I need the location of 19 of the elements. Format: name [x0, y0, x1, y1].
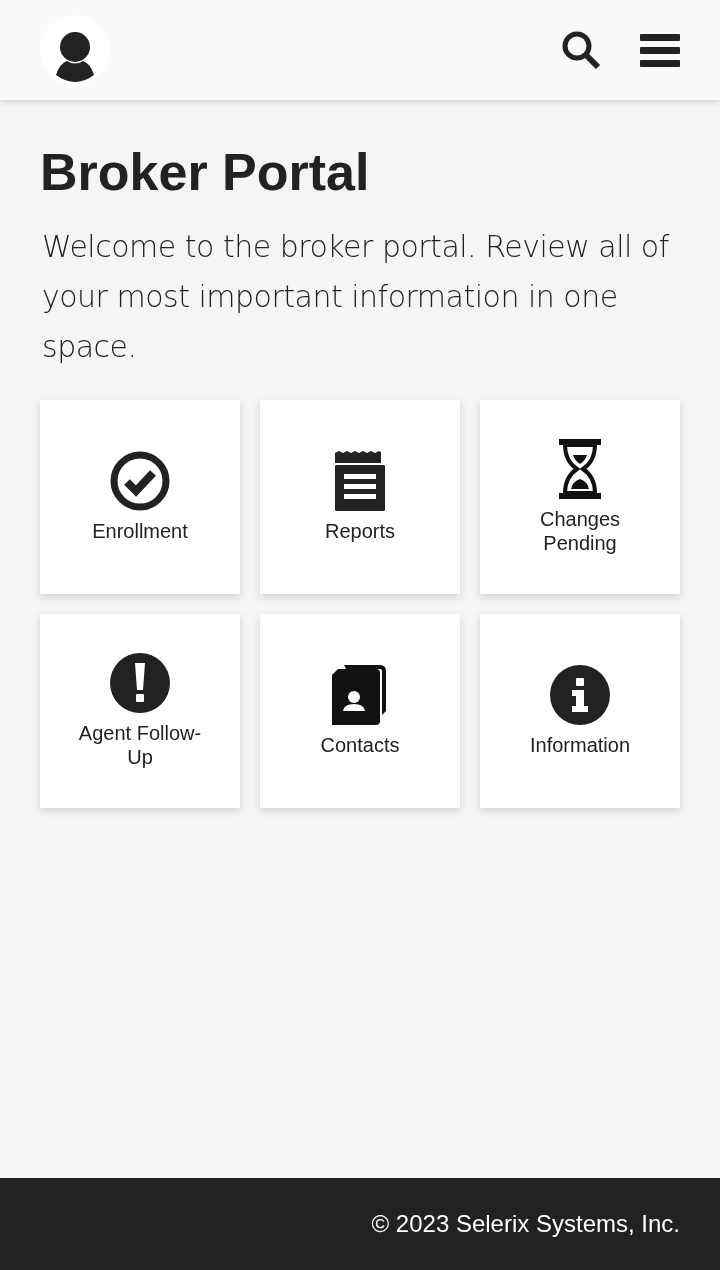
tile-card[interactable]: Reports — [260, 400, 460, 594]
tile-card[interactable]: Changes Pending — [480, 400, 680, 594]
address-book-icon — [332, 665, 388, 725]
page-title: Broker Portal — [40, 142, 371, 203]
tile-card[interactable]: Enrollment — [40, 400, 240, 594]
search-icon — [560, 29, 602, 71]
menu-icon — [640, 33, 680, 67]
tile-card[interactable]: Agent Follow-Up — [40, 614, 240, 808]
info-circle-icon — [550, 665, 610, 725]
copyright-text: © 2023 Selerix Systems, Inc. — [371, 1210, 680, 1238]
tile-card[interactable]: Contacts — [260, 614, 460, 808]
intro-text: Welcome to the broker portal. Review all of your most important information in one space. — [42, 228, 671, 366]
menu-button[interactable] — [640, 33, 680, 67]
notepad-icon — [335, 451, 385, 511]
exclamation-circle-icon — [110, 653, 170, 713]
hourglass-icon — [559, 439, 601, 499]
tile-card[interactable]: Information — [480, 614, 680, 808]
check-circle-icon — [110, 451, 170, 511]
search-button[interactable] — [560, 29, 602, 71]
